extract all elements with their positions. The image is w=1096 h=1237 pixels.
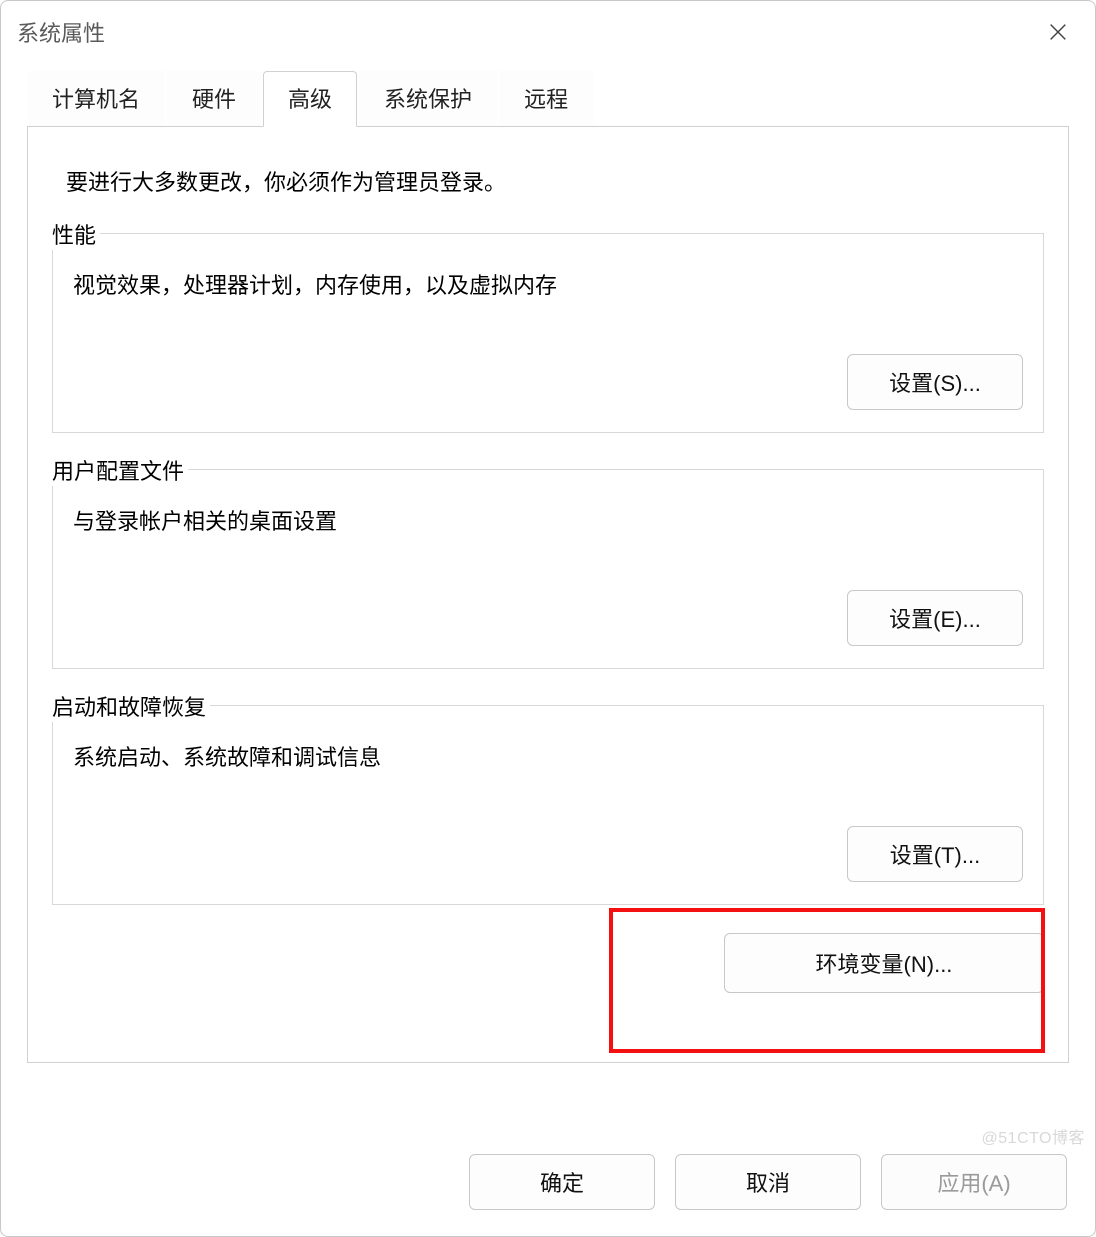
dialog-title: 系统属性: [17, 16, 105, 48]
performance-settings-button[interactable]: 设置(S)...: [847, 354, 1023, 410]
close-button[interactable]: [1037, 11, 1079, 53]
tab-row: 计算机名 硬件 高级 系统保护 远程: [1, 55, 1095, 127]
group-startup-recovery-desc: 系统启动、系统故障和调试信息: [73, 736, 1023, 772]
apply-button[interactable]: 应用(A): [881, 1154, 1067, 1210]
group-startup-recovery: 启动和故障恢复 系统启动、系统故障和调试信息 设置(T)...: [52, 705, 1044, 905]
group-performance: 性能 视觉效果，处理器计划，内存使用，以及虚拟内存 设置(S)...: [52, 233, 1044, 433]
environment-variables-button[interactable]: 环境变量(N)...: [724, 933, 1044, 993]
environment-variables-row: 环境变量(N)...: [52, 933, 1044, 993]
tab-system-protection[interactable]: 系统保护: [359, 71, 497, 127]
admin-required-text: 要进行大多数更改，你必须作为管理员登录。: [28, 165, 1068, 197]
group-performance-desc: 视觉效果，处理器计划，内存使用，以及虚拟内存: [73, 264, 1023, 300]
tab-advanced[interactable]: 高级: [263, 71, 357, 127]
tab-content-advanced: 要进行大多数更改，你必须作为管理员登录。 性能 视觉效果，处理器计划，内存使用，…: [27, 126, 1069, 1063]
tab-remote[interactable]: 远程: [499, 71, 593, 127]
system-properties-dialog: 系统属性 计算机名 硬件 高级 系统保护 远程 要进行大多数更改，你必须作为管理…: [0, 0, 1096, 1237]
group-performance-label: 性能: [52, 218, 100, 250]
group-user-profiles-label: 用户配置文件: [52, 454, 188, 486]
tab-hardware[interactable]: 硬件: [167, 71, 261, 127]
tab-computer-name[interactable]: 计算机名: [27, 71, 165, 127]
group-user-profiles: 用户配置文件 与登录帐户相关的桌面设置 设置(E)...: [52, 469, 1044, 669]
cancel-button[interactable]: 取消: [675, 1154, 861, 1210]
user-profiles-settings-button[interactable]: 设置(E)...: [847, 590, 1023, 646]
group-startup-recovery-label: 启动和故障恢复: [52, 690, 210, 722]
titlebar: 系统属性: [1, 1, 1095, 55]
startup-recovery-settings-button[interactable]: 设置(T)...: [847, 826, 1023, 882]
watermark-text: @51CTO博客: [981, 1124, 1085, 1148]
group-user-profiles-desc: 与登录帐户相关的桌面设置: [73, 500, 1023, 536]
ok-button[interactable]: 确定: [469, 1154, 655, 1210]
dialog-button-row: 确定 取消 应用(A): [469, 1154, 1067, 1210]
close-icon: [1047, 21, 1069, 43]
